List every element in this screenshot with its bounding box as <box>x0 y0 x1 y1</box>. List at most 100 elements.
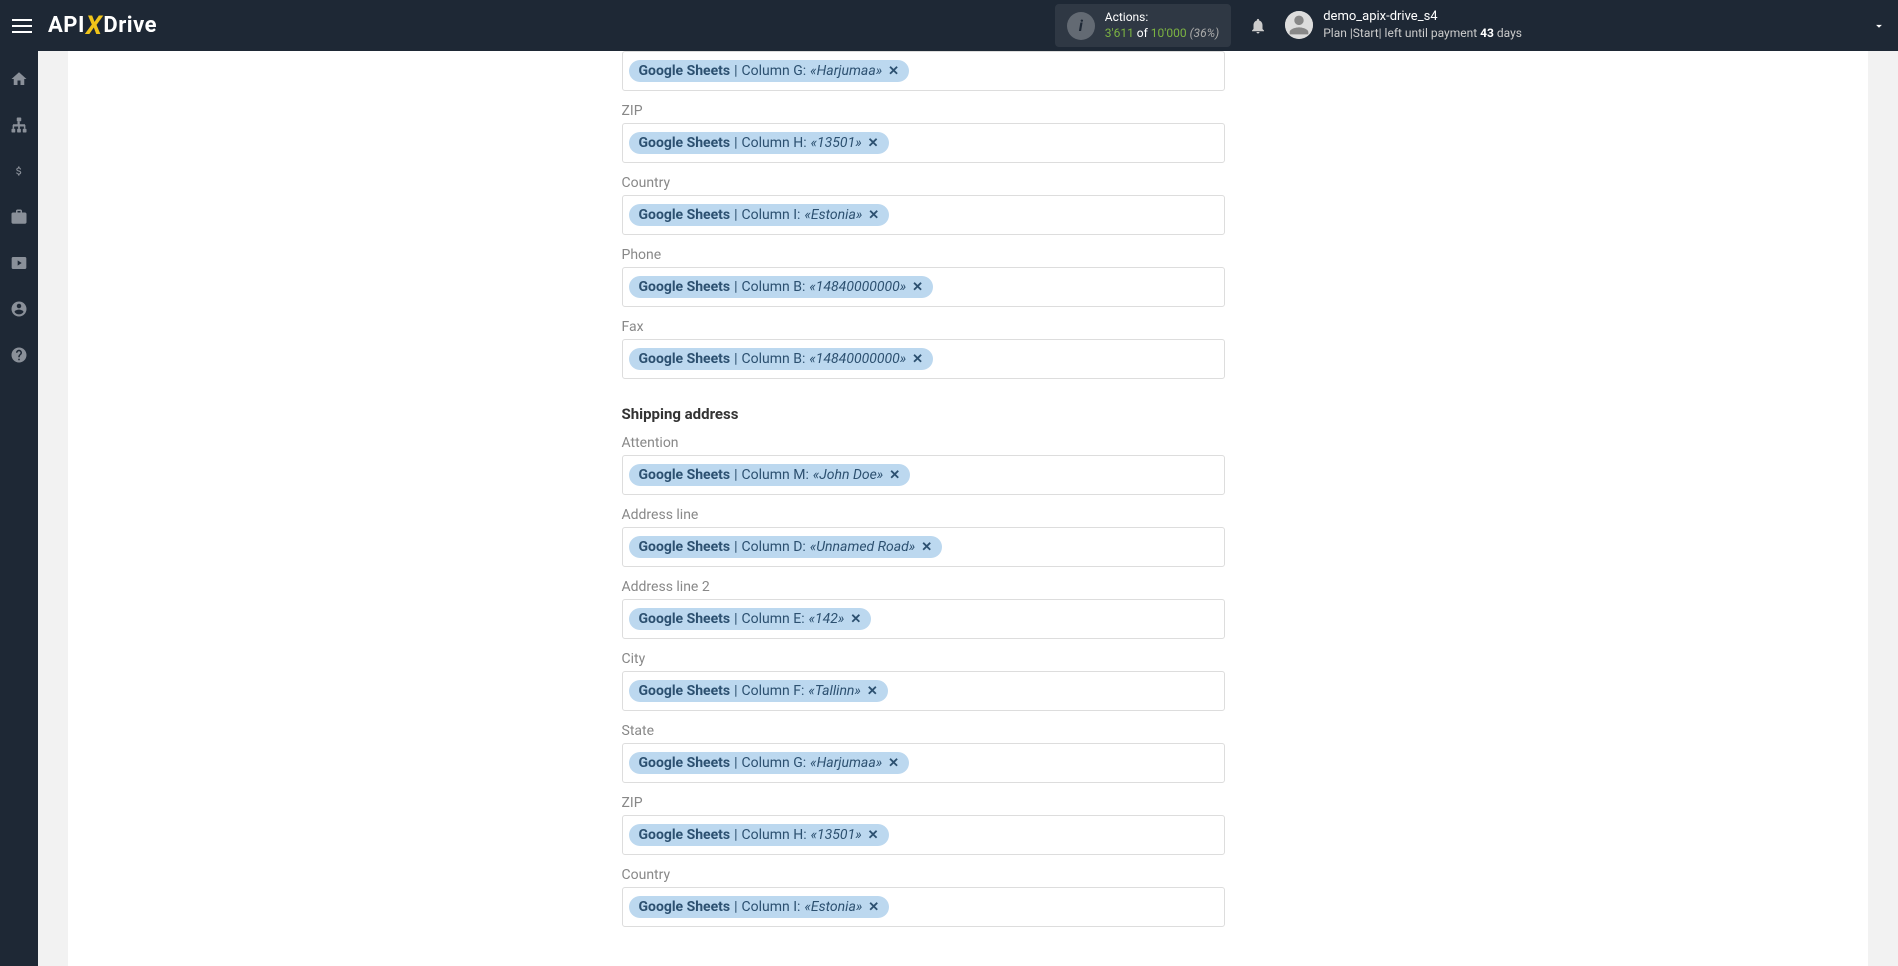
field-label: ZIP <box>622 795 1225 811</box>
tag-source: Google Sheets <box>639 207 731 223</box>
user-name: demo_apix-drive_s4 <box>1323 9 1522 26</box>
field-label: Attention <box>622 435 1225 451</box>
tag-value: «13501» <box>811 135 862 151</box>
tag-remove-icon[interactable]: ✕ <box>912 280 923 295</box>
mapping-tag: Google Sheets | Column G: «Harjumaa» ✕ <box>629 752 910 774</box>
field-input[interactable]: Google Sheets | Column G: «Harjumaa» ✕ <box>622 743 1225 783</box>
tag-source: Google Sheets <box>639 63 731 79</box>
logo-x: X <box>86 11 103 41</box>
tag-column: Column M: <box>742 467 809 483</box>
tag-column: Column H: <box>742 827 807 843</box>
field-label: State <box>622 723 1225 739</box>
tag-source: Google Sheets <box>639 351 731 367</box>
actions-box[interactable]: i Actions: 3'611 of 10'000 (36%) <box>1055 4 1231 47</box>
tag-column: Column F: <box>742 683 805 699</box>
tag-column: Column B: <box>742 279 806 295</box>
bell-icon[interactable] <box>1249 17 1267 35</box>
mapping-tag: Google Sheets | Column H: «13501» ✕ <box>629 824 889 846</box>
tag-remove-icon[interactable]: ✕ <box>912 352 923 367</box>
nav-help-icon[interactable] <box>0 343 38 367</box>
field-label: Fax <box>622 319 1225 335</box>
tag-value: «Tallinn» <box>808 683 861 699</box>
tag-value: «Unnamed Road» <box>810 539 915 555</box>
tag-value: «13501» <box>811 827 862 843</box>
field-input[interactable]: Google Sheets | Column G: «Harjumaa» ✕ <box>622 51 1225 91</box>
mapping-tag: Google Sheets | Column B: «14840000000» … <box>629 348 934 370</box>
tag-source: Google Sheets <box>639 135 731 151</box>
actions-label: Actions: <box>1105 10 1219 26</box>
tag-remove-icon[interactable]: ✕ <box>889 468 900 483</box>
nav-video-icon[interactable] <box>0 251 38 275</box>
mapping-tag: Google Sheets | Column I: «Estonia» ✕ <box>629 204 890 226</box>
field-label: Phone <box>622 247 1225 263</box>
tag-remove-icon[interactable]: ✕ <box>850 612 861 627</box>
menu-toggle[interactable] <box>12 14 36 38</box>
field-input[interactable]: Google Sheets | Column B: «14840000000» … <box>622 267 1225 307</box>
field-input[interactable]: Google Sheets | Column F: «Tallinn» ✕ <box>622 671 1225 711</box>
form-area: Google Sheets | Column G: «Harjumaa» ✕ ZI… <box>622 51 1225 927</box>
nav-home-icon[interactable] <box>0 67 38 91</box>
nav-user-icon[interactable] <box>0 297 38 321</box>
actions-text: Actions: 3'611 of 10'000 (36%) <box>1105 10 1219 41</box>
field-input[interactable]: Google Sheets | Column E: «142» ✕ <box>622 599 1225 639</box>
field-input[interactable]: Google Sheets | Column H: «13501» ✕ <box>622 815 1225 855</box>
field-label: City <box>622 651 1225 667</box>
field-label: Country <box>622 867 1225 883</box>
tag-column: Column B: <box>742 351 806 367</box>
tag-remove-icon[interactable]: ✕ <box>868 208 879 223</box>
mapping-tag: Google Sheets | Column E: «142» ✕ <box>629 608 872 630</box>
field-input[interactable]: Google Sheets | Column H: «13501» ✕ <box>622 123 1225 163</box>
mapping-tag: Google Sheets | Column H: «13501» ✕ <box>629 132 889 154</box>
nav-billing-icon[interactable] <box>0 159 38 183</box>
field-label: Country <box>622 175 1225 191</box>
tag-source: Google Sheets <box>639 899 731 915</box>
field-input[interactable]: Google Sheets | Column M: «John Doe» ✕ <box>622 455 1225 495</box>
logo-text: API <box>48 13 85 38</box>
field-input[interactable]: Google Sheets | Column D: «Unnamed Road»… <box>622 527 1225 567</box>
tag-column: Column I: <box>742 207 801 223</box>
tag-remove-icon[interactable]: ✕ <box>868 828 879 843</box>
tag-source: Google Sheets <box>639 539 731 555</box>
tag-column: Column H: <box>742 135 807 151</box>
logo-text2: Drive <box>103 13 157 38</box>
tag-source: Google Sheets <box>639 683 731 699</box>
section-title: Shipping address <box>622 405 1225 423</box>
inner: Google Sheets | Column G: «Harjumaa» ✕ ZI… <box>242 51 1695 927</box>
tag-value: «14840000000» <box>809 279 906 295</box>
tag-column: Column G: <box>742 755 807 771</box>
field-label: Address line <box>622 507 1225 523</box>
nav-sitemap-icon[interactable] <box>0 113 38 137</box>
tag-column: Column E: <box>742 611 805 627</box>
mapping-tag: Google Sheets | Column M: «John Doe» ✕ <box>629 464 911 486</box>
actions-values: 3'611 of 10'000 (36%) <box>1105 26 1219 42</box>
mapping-tag: Google Sheets | Column D: «Unnamed Road»… <box>629 536 943 558</box>
user-block[interactable]: demo_apix-drive_s4 Plan |Start| left unt… <box>1285 9 1522 41</box>
field-input[interactable]: Google Sheets | Column I: «Estonia» ✕ <box>622 195 1225 235</box>
mapping-tag: Google Sheets | Column F: «Tallinn» ✕ <box>629 680 888 702</box>
tag-source: Google Sheets <box>639 467 731 483</box>
mapping-tag: Google Sheets | Column B: «14840000000» … <box>629 276 934 298</box>
user-text: demo_apix-drive_s4 Plan |Start| left unt… <box>1323 9 1522 41</box>
tag-remove-icon[interactable]: ✕ <box>868 136 879 151</box>
tag-source: Google Sheets <box>639 755 731 771</box>
tag-remove-icon[interactable]: ✕ <box>867 684 878 699</box>
tag-remove-icon[interactable]: ✕ <box>888 64 899 79</box>
mapping-tag: Google Sheets | Column G: «Harjumaa» ✕ <box>629 60 910 82</box>
field-input[interactable]: Google Sheets | Column B: «14840000000» … <box>622 339 1225 379</box>
tag-value: «142» <box>809 611 845 627</box>
plan-line: Plan |Start| left until payment 43 days <box>1323 26 1522 42</box>
tag-remove-icon[interactable]: ✕ <box>921 540 932 555</box>
nav-case-icon[interactable] <box>0 205 38 229</box>
tag-remove-icon[interactable]: ✕ <box>868 900 879 915</box>
tag-source: Google Sheets <box>639 279 731 295</box>
logo[interactable]: APIXDrive <box>48 11 157 41</box>
tag-remove-icon[interactable]: ✕ <box>888 756 899 771</box>
tag-source: Google Sheets <box>639 611 731 627</box>
sidebar <box>0 51 38 966</box>
mapping-tag: Google Sheets | Column I: «Estonia» ✕ <box>629 896 890 918</box>
tag-column: Column I: <box>742 899 801 915</box>
tag-value: «14840000000» <box>809 351 906 367</box>
field-input[interactable]: Google Sheets | Column I: «Estonia» ✕ <box>622 887 1225 927</box>
tag-column: Column G: <box>742 63 807 79</box>
chevron-down-icon[interactable] <box>1872 19 1886 33</box>
